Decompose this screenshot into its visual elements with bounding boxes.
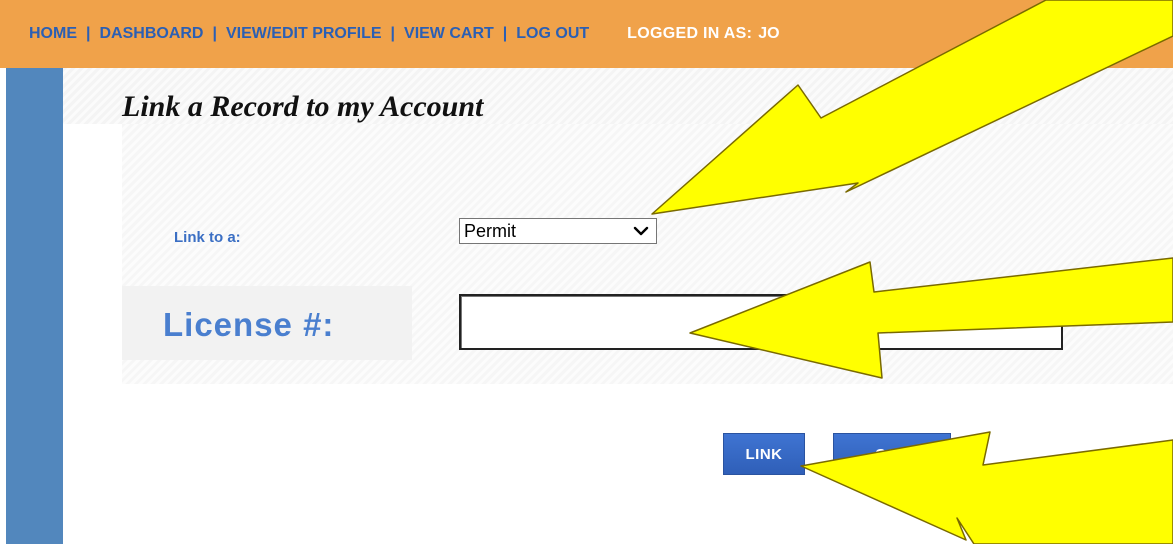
- license-number-label: License #:: [163, 306, 335, 343]
- nav-separator: |: [86, 25, 91, 42]
- nav-logout-link[interactable]: LOG OUT: [516, 25, 589, 43]
- link-to-label: Link to a:: [174, 229, 241, 246]
- cancel-button[interactable]: CAN: [833, 433, 951, 475]
- nav-edit-profile-link[interactable]: VIEW/EDIT PROFILE: [226, 25, 382, 43]
- nav-items: HOME | DASHBOARD | VIEW/EDIT PROFILE | V…: [29, 25, 780, 43]
- license-number-input[interactable]: [459, 294, 1063, 350]
- link-button[interactable]: LINK: [723, 433, 805, 475]
- nav-separator: |: [390, 25, 396, 42]
- record-type-selected-value: Permit: [464, 220, 517, 241]
- page: HOME | DASHBOARD | VIEW/EDIT PROFILE | V…: [0, 0, 1173, 544]
- record-type-select[interactable]: Permit: [459, 218, 657, 244]
- nav-dashboard-link[interactable]: DASHBOARD: [99, 25, 203, 43]
- nav-separator: |: [212, 25, 217, 42]
- nav-home-link[interactable]: HOME: [29, 25, 77, 43]
- page-title: Link a Record to my Account: [122, 90, 484, 123]
- logged-in-label: LOGGED IN AS:: [627, 25, 753, 42]
- left-sidebar: [6, 68, 63, 544]
- nav-view-cart-link[interactable]: VIEW CART: [404, 25, 494, 43]
- chevron-down-icon: [633, 226, 649, 236]
- top-navigation-bar: HOME | DASHBOARD | VIEW/EDIT PROFILE | V…: [0, 0, 1173, 68]
- logged-in-user: JO: [758, 25, 780, 42]
- nav-separator: |: [502, 25, 508, 42]
